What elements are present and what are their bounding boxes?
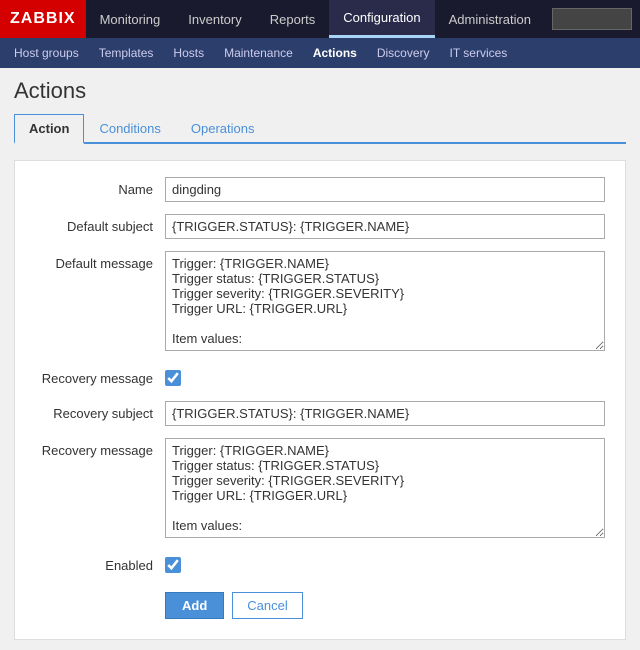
add-button[interactable]: Add (165, 592, 224, 619)
name-label: Name (35, 177, 165, 197)
enabled-checkbox[interactable] (165, 557, 181, 573)
form-buttons: Add Cancel (165, 592, 605, 619)
nav-administration[interactable]: Administration (435, 0, 545, 38)
default-subject-label: Default subject (35, 214, 165, 234)
name-row: Name (35, 177, 605, 202)
page-content: Actions Action Conditions Operations Nam… (0, 68, 640, 650)
recovery-subject-field-wrapper (165, 401, 605, 426)
recovery-message-text-label: Recovery message (35, 438, 165, 458)
search-input[interactable] (552, 8, 632, 30)
recovery-message-row: Recovery message (35, 366, 605, 389)
nav-configuration[interactable]: Configuration (329, 0, 434, 38)
subnav-it-services[interactable]: IT services (440, 38, 518, 68)
recovery-message-textarea[interactable]: Trigger: {TRIGGER.NAME} Trigger status: … (165, 438, 605, 538)
recovery-subject-row: Recovery subject (35, 401, 605, 426)
subnav-templates[interactable]: Templates (89, 38, 164, 68)
cancel-button[interactable]: Cancel (232, 592, 302, 619)
tab-bar: Action Conditions Operations (14, 114, 626, 144)
default-subject-input[interactable] (165, 214, 605, 239)
recovery-subject-label: Recovery subject (35, 401, 165, 421)
nav-inventory[interactable]: Inventory (174, 0, 255, 38)
name-input[interactable] (165, 177, 605, 202)
zabbix-logo: ZABBIX (0, 0, 86, 38)
default-message-row: Default message Trigger: {TRIGGER.NAME} … (35, 251, 605, 354)
default-message-field-wrapper: Trigger: {TRIGGER.NAME} Trigger status: … (165, 251, 605, 354)
tab-operations[interactable]: Operations (176, 114, 270, 144)
subnav-actions[interactable]: Actions (303, 38, 367, 68)
default-subject-field-wrapper (165, 214, 605, 239)
subnav-discovery[interactable]: Discovery (367, 38, 440, 68)
action-form: Name Default subject Default message Tri… (14, 160, 626, 640)
subnav-host-groups[interactable]: Host groups (4, 38, 89, 68)
name-field-wrapper (165, 177, 605, 202)
default-subject-row: Default subject (35, 214, 605, 239)
subnav-maintenance[interactable]: Maintenance (214, 38, 303, 68)
enabled-label: Enabled (35, 553, 165, 573)
recovery-message-checkbox[interactable] (165, 370, 181, 386)
recovery-subject-input[interactable] (165, 401, 605, 426)
enabled-checkbox-wrapper (165, 553, 605, 576)
sub-navigation: Host groups Templates Hosts Maintenance … (0, 38, 640, 68)
recovery-message-textarea-wrapper: Trigger: {TRIGGER.NAME} Trigger status: … (165, 438, 605, 541)
recovery-message-text-row: Recovery message Trigger: {TRIGGER.NAME}… (35, 438, 605, 541)
recovery-message-label: Recovery message (35, 366, 165, 386)
top-navigation: Monitoring Inventory Reports Configurati… (86, 0, 545, 38)
default-message-textarea[interactable]: Trigger: {TRIGGER.NAME} Trigger status: … (165, 251, 605, 351)
enabled-row: Enabled (35, 553, 605, 576)
search-area (552, 8, 632, 30)
tab-conditions[interactable]: Conditions (84, 114, 175, 144)
nav-monitoring[interactable]: Monitoring (86, 0, 175, 38)
default-message-label: Default message (35, 251, 165, 271)
page-title: Actions (14, 78, 626, 104)
subnav-hosts[interactable]: Hosts (163, 38, 214, 68)
tab-action[interactable]: Action (14, 114, 84, 144)
recovery-message-checkbox-wrapper (165, 366, 605, 389)
nav-reports[interactable]: Reports (256, 0, 330, 38)
